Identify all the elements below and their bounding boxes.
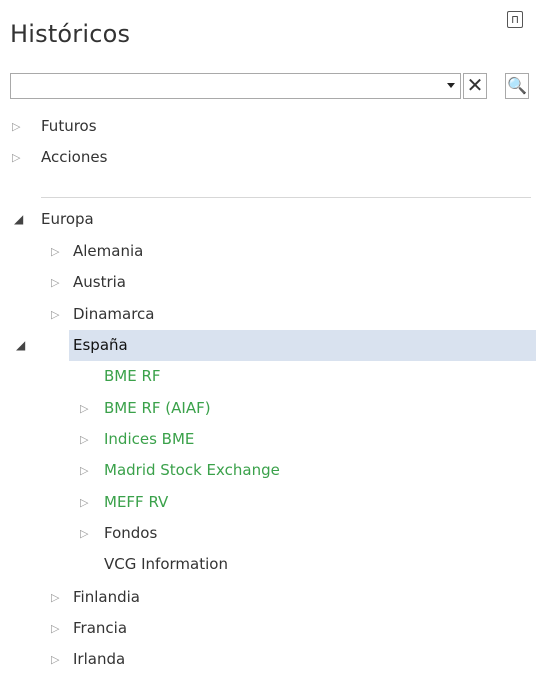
search-icon: 🔍 [507,76,527,95]
tree-item-label: Madrid Stock Exchange [104,461,280,479]
divider [41,197,531,198]
tree-item-label: Acciones [41,148,108,166]
expand-icon[interactable]: ▷ [80,455,88,486]
tree-item-label: BME RF [104,367,161,385]
tree-item-espana[interactable]: ◢ España [16,330,536,361]
tree-item-label: MEFF RV [104,493,169,511]
collapse-icon[interactable]: ◢ [16,330,25,361]
close-icon: ✕ [466,73,484,97]
expand-icon[interactable]: ▷ [51,582,59,613]
tree-item-label: Fondos [104,524,158,542]
dropdown-arrow-icon[interactable] [447,83,455,88]
tree-item-label: Dinamarca [73,305,155,323]
search-box[interactable] [10,73,461,99]
expand-icon[interactable]: ▷ [80,424,88,455]
tree-item-label: Austria [73,273,126,291]
collapse-icon[interactable]: ◢ [14,204,23,235]
tree-item-label: España [73,336,128,354]
tree-item-label: Indices BME [104,430,195,448]
expand-icon[interactable]: ▷ [51,644,59,675]
search-input[interactable] [14,75,438,99]
expand-icon[interactable]: ▷ [12,142,20,173]
tree-item-label: Irlanda [73,650,126,668]
expand-icon[interactable]: ▷ [80,393,88,424]
clear-button[interactable]: ✕ [463,73,487,99]
tree-item-label: Futuros [41,117,97,135]
tree-item-label: Finlandia [73,588,140,606]
expand-icon[interactable]: ▷ [80,487,88,518]
pin-icon[interactable]: ⊓ [507,11,523,28]
expand-icon[interactable]: ▷ [51,267,59,298]
page-title: Históricos [10,20,131,48]
expand-icon[interactable]: ▷ [80,518,88,549]
expand-icon[interactable]: ▷ [51,299,59,330]
tree-item-label: BME RF (AIAF) [104,399,211,417]
tree-item-label: Alemania [73,242,144,260]
search-button[interactable]: 🔍 [505,73,529,99]
expand-icon[interactable]: ▷ [51,236,59,267]
tree-item-label: Francia [73,619,128,637]
tree-item-label: VCG Information [104,555,228,573]
tree-item-label: Europa [41,210,94,228]
expand-icon[interactable]: ▷ [12,111,20,142]
expand-icon[interactable]: ▷ [51,613,59,644]
